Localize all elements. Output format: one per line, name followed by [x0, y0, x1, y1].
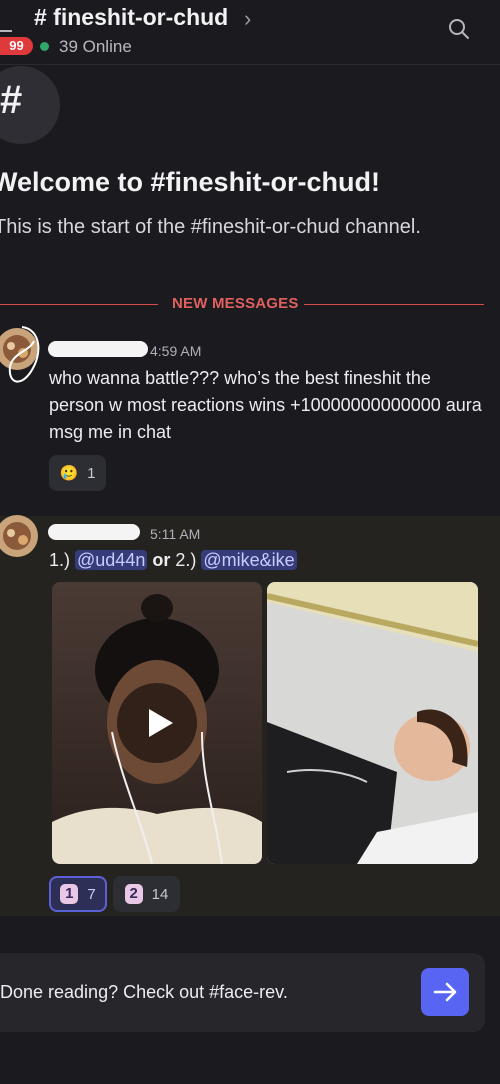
username-redacted — [48, 524, 140, 540]
arrow-right-icon — [433, 982, 457, 1002]
scribble-icon — [8, 326, 40, 383]
user-mention[interactable]: @ud44n — [75, 550, 148, 570]
divider-line-left — [0, 304, 158, 305]
play-icon — [149, 709, 173, 737]
hash-icon: # — [0, 78, 23, 122]
chevron-right-icon[interactable]: › — [244, 6, 251, 32]
username-redacted — [48, 341, 148, 357]
reaction-chip[interactable]: 1 7 — [49, 876, 107, 912]
reaction-count: 1 — [87, 464, 96, 482]
welcome-subtitle: This is the start of the #fineshit-or-ch… — [0, 216, 421, 238]
reaction-chip[interactable]: 2 14 — [113, 876, 180, 912]
done-reading-text: Done reading? Check out #face-rev. — [0, 982, 288, 1002]
play-button[interactable] — [117, 683, 197, 763]
number-one-icon: 1 — [60, 884, 79, 904]
welcome-title: Welcome to #fineshit-or-chud! — [0, 167, 381, 197]
number-two-icon: 2 — [124, 884, 143, 904]
online-count: 39 Online — [59, 37, 132, 56]
text-part: 2.) — [175, 550, 202, 570]
go-button[interactable] — [421, 968, 469, 1016]
user-mention[interactable]: @mike&ike — [201, 550, 297, 570]
reaction-count: 7 — [87, 885, 96, 903]
unread-badge: 99 — [0, 37, 33, 55]
channel-title[interactable]: # fineshit-or-chud — [34, 4, 228, 31]
reaction-chip[interactable]: 🥲 1 — [49, 455, 106, 491]
image-attachment[interactable] — [267, 582, 478, 864]
message-text: who wanna battle??? who’s the best fines… — [49, 368, 482, 442]
back-arrow-icon[interactable] — [0, 6, 14, 32]
new-messages-divider: NEW MESSAGES — [172, 295, 299, 312]
message-timestamp: 4:59 AM — [150, 343, 202, 359]
text-or: or — [147, 550, 176, 570]
online-status-icon — [40, 42, 49, 51]
message-timestamp: 5:11 AM — [150, 526, 201, 542]
smile-tear-icon: 🥲 — [59, 465, 79, 482]
divider-line-right — [304, 304, 484, 305]
text-part: 1.) — [49, 550, 76, 570]
reaction-count: 14 — [151, 885, 169, 903]
message-text: 1.) @ud44n or 2.) @mike&ike — [49, 547, 297, 574]
search-icon[interactable] — [448, 18, 470, 40]
